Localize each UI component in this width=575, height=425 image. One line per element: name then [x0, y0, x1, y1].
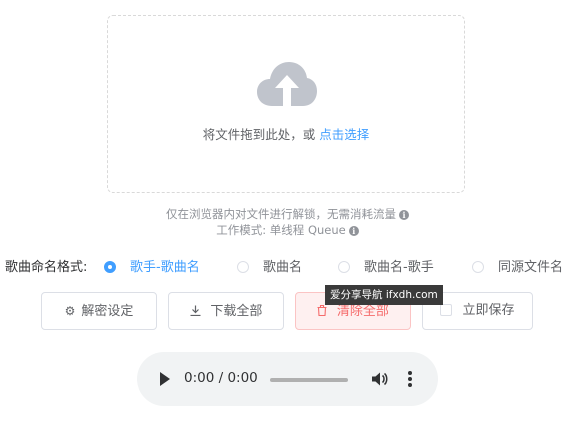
radio-title-artist[interactable]: 歌曲名-歌手 [338, 259, 434, 277]
gear-icon: ⚙ [64, 304, 76, 318]
radio-dot[interactable] [472, 261, 484, 273]
radio-label: 歌曲名-歌手 [364, 260, 434, 275]
download-all-label: 下载全部 [210, 304, 263, 319]
upload-cloud-icon [257, 62, 317, 106]
radio-label: 同源文件名 [498, 260, 564, 275]
browser-only-tip: 仅在浏览器内对文件进行解锁，无需消耗流量 [166, 207, 396, 221]
upload-instructions: 将文件拖到此处，或 点击选择 [108, 124, 464, 143]
radio-artist-title[interactable]: 歌手-歌曲名 [104, 259, 200, 277]
radio-title[interactable]: 歌曲名 [237, 259, 302, 277]
naming-format-label: 歌曲命名格式: [5, 260, 88, 275]
radio-dot[interactable] [338, 261, 350, 273]
decrypt-settings-label: 解密设定 [81, 304, 134, 319]
seek-bar[interactable] [270, 378, 348, 382]
info-icon[interactable]: i [399, 209, 409, 220]
radio-label: 歌手-歌曲名 [130, 260, 200, 275]
choose-file-link[interactable]: 点击选择 [319, 127, 369, 142]
time-display: 0:00 / 0:00 [184, 370, 258, 386]
decrypt-settings-button[interactable]: ⚙ 解密设定 [41, 292, 157, 330]
upload-dropzone[interactable]: 将文件拖到此处，或 点击选择 [107, 15, 465, 193]
upload-prompt: 将文件拖到此处，或 [202, 127, 320, 142]
audio-player: 0:00 / 0:00 [137, 352, 438, 406]
naming-format-group: 歌曲命名格式: 歌手-歌曲名 歌曲名 歌曲名-歌手 同源文件名 [5, 259, 575, 277]
tip-line-2: 工作模式: 单线程 Queue i [0, 222, 575, 238]
save-now-label: 立即保存 [462, 303, 515, 318]
play-icon[interactable] [160, 372, 170, 386]
tip-line-1: 仅在浏览器内对文件进行解锁，无需消耗流量 i [0, 206, 575, 222]
watermark-tooltip: 爱分享导航 ifxdh.com [325, 285, 443, 305]
save-now-checkbox[interactable] [440, 304, 453, 316]
radio-label: 歌曲名 [263, 260, 303, 275]
more-vert-icon[interactable] [407, 370, 413, 388]
volume-icon[interactable] [370, 370, 388, 388]
radio-dot[interactable] [237, 261, 249, 273]
radio-dot[interactable] [104, 261, 116, 273]
download-all-button[interactable]: 下载全部 [168, 292, 284, 330]
clear-all-label: 清除全部 [336, 304, 389, 319]
info-icon[interactable]: i [348, 225, 359, 236]
download-icon [190, 304, 205, 318]
work-mode-tip: 工作模式: 单线程 Queue [216, 223, 346, 237]
radio-source-filename[interactable]: 同源文件名 [472, 259, 563, 277]
trash-icon [317, 304, 331, 318]
